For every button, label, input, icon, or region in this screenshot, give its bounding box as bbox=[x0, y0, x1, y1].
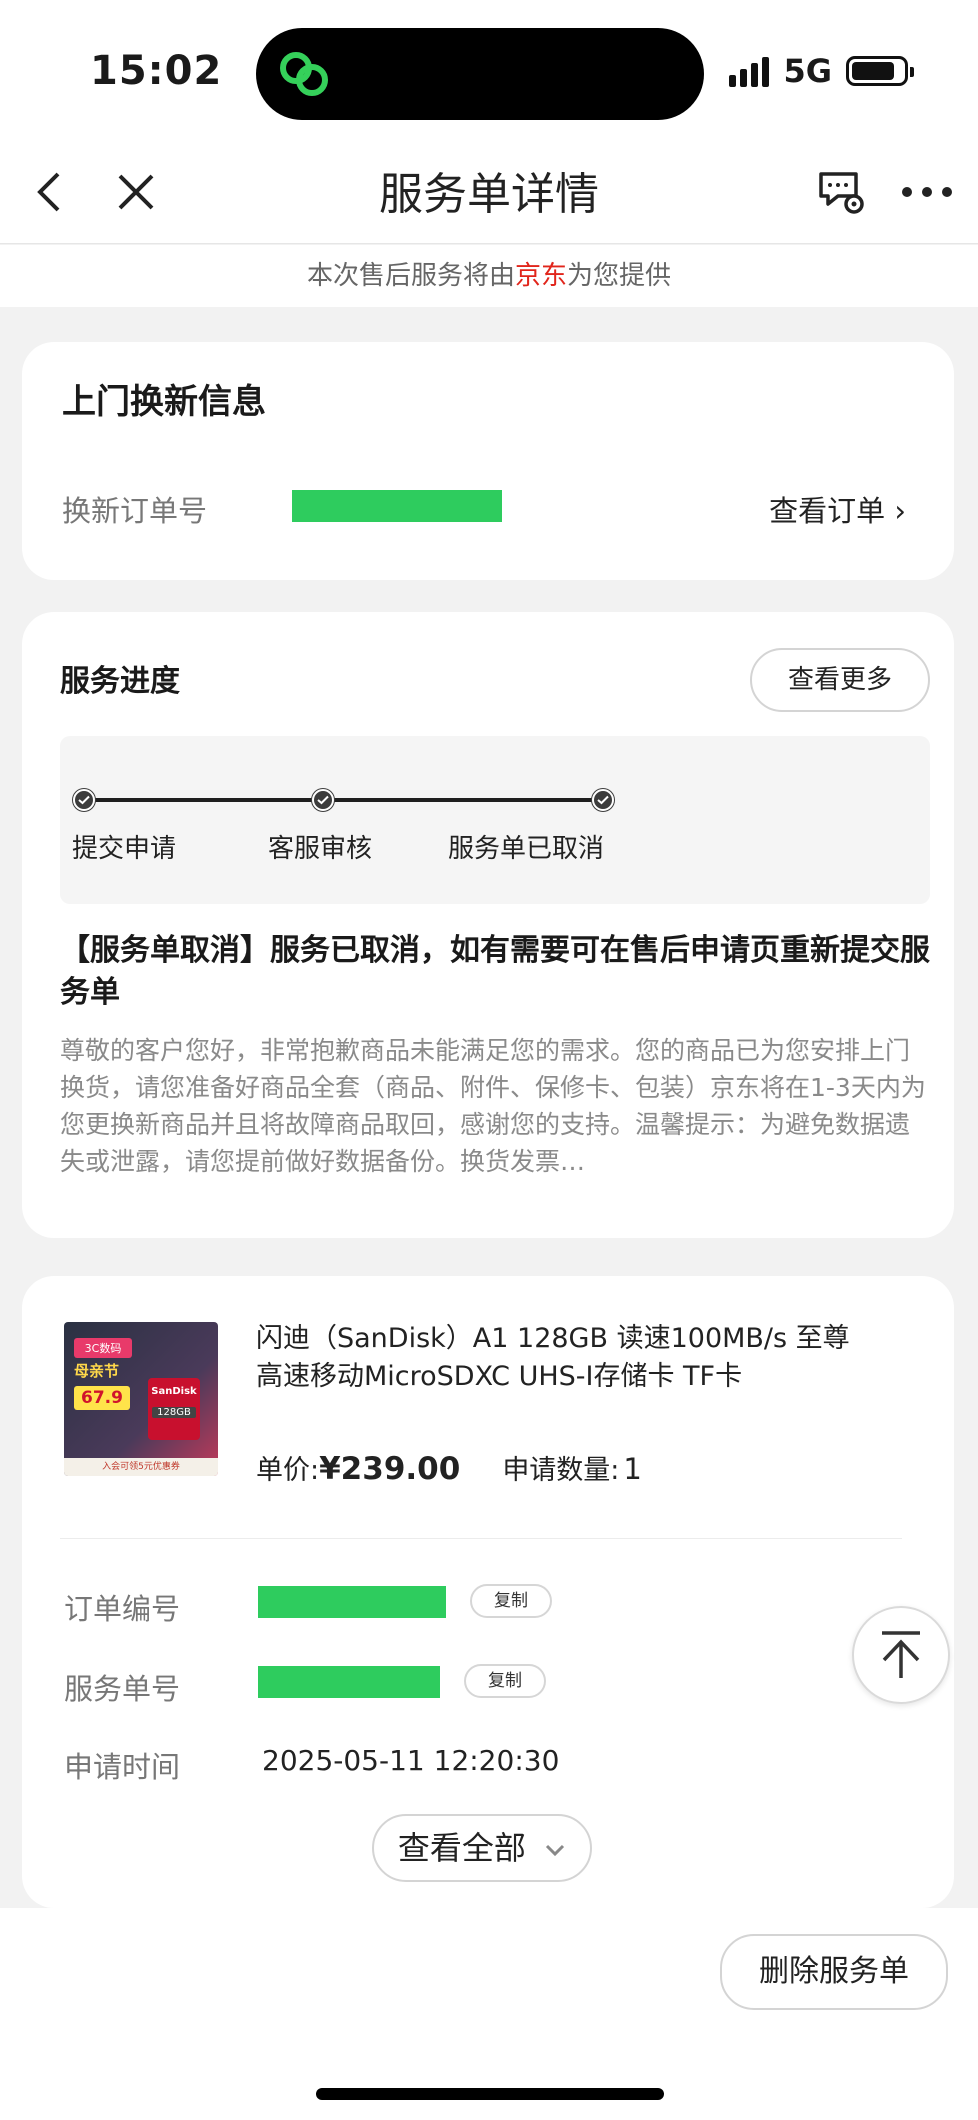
view-more-button[interactable]: 查看更多 bbox=[750, 648, 930, 712]
exchange-info-title: 上门换新信息 bbox=[62, 382, 266, 422]
thumb-capacity: 128GB bbox=[152, 1407, 196, 1418]
thumb-price: 67.9 bbox=[74, 1386, 130, 1410]
cancel-description-text: 尊敬的客户您好，非常抱歉商品未能满足您的需求。您的商品已为您安排上门换货，请您准… bbox=[60, 1036, 926, 1176]
step-label-submit: 提交申请 bbox=[72, 834, 177, 864]
step-check-icon bbox=[73, 789, 95, 811]
delete-service-order-button[interactable]: 删除服务单 bbox=[720, 1934, 948, 2010]
cancel-status-title: 【服务单取消】服务已取消，如有需要可在售后申请页重新提交服务单 bbox=[60, 933, 930, 1010]
view-all-button[interactable]: 查看全部 bbox=[372, 1814, 592, 1882]
step-label-review: 客服审核 bbox=[268, 834, 373, 864]
provider-prefix: 本次售后服务将由 bbox=[306, 261, 515, 291]
thumb-brand: SanDisk bbox=[151, 1386, 197, 1397]
service-number-label: 服务单号 bbox=[64, 1672, 181, 1706]
arrow-up-icon bbox=[882, 1631, 920, 1678]
thumb-banner: 3C数码 bbox=[74, 1338, 132, 1358]
thumb-footer: 入会可领5元优惠券 bbox=[64, 1458, 218, 1476]
quantity-label: 申请数量: bbox=[502, 1455, 620, 1486]
cancel-status-description: 尊敬的客户您好，非常抱歉商品未能满足您的需求。您的商品已为您安排上门换货，请您准… bbox=[60, 1032, 930, 1186]
progress-title: 服务进度 bbox=[60, 664, 180, 699]
product-name[interactable]: 闪迪（SanDisk）A1 128GB 读速100MB/s 至尊高速移动Micr… bbox=[256, 1320, 856, 1396]
price-row: 单价: ¥239.00 申请数量: 1 bbox=[256, 1448, 642, 1487]
battery-icon bbox=[846, 56, 914, 86]
unit-price: ¥239.00 bbox=[319, 1451, 461, 1487]
product-thumbnail[interactable]: 3C数码 母亲节 67.9 SanDisk 128GB 入会可领5元优惠券 bbox=[64, 1322, 218, 1476]
step-check-icon bbox=[312, 789, 334, 811]
progress-timeline: 提交申请 客服审核 服务单已取消 bbox=[60, 736, 930, 904]
product-card: 3C数码 母亲节 67.9 SanDisk 128GB 入会可领5元优惠券 闪迪… bbox=[22, 1276, 954, 1908]
view-all-label: 查看全部 bbox=[397, 1829, 526, 1867]
exchange-order-number-redacted bbox=[292, 490, 502, 522]
status-indicators: 5G bbox=[729, 52, 914, 90]
apply-time-value: 2025-05-11 12:20:30 bbox=[262, 1744, 560, 1777]
dynamic-island bbox=[256, 28, 704, 120]
message-gear-icon bbox=[819, 172, 864, 214]
chevron-down-icon bbox=[546, 1844, 565, 1857]
order-number-redacted bbox=[258, 1586, 446, 1618]
quantity-value: 1 bbox=[623, 1452, 642, 1486]
provider-brand: 京东 bbox=[514, 261, 567, 291]
price-label: 单价: bbox=[256, 1455, 320, 1486]
copy-order-number-button[interactable]: 复制 bbox=[470, 1584, 552, 1618]
status-time: 15:02 bbox=[90, 48, 223, 94]
step-check-icon bbox=[592, 789, 614, 811]
more-dots-icon bbox=[902, 187, 952, 197]
view-order-link[interactable]: 查看订单 › bbox=[769, 488, 906, 530]
service-provider-banner: 本次售后服务将由京东为您提供 bbox=[0, 245, 978, 307]
thumb-festival: 母亲节 bbox=[74, 1362, 120, 1380]
progress-line bbox=[84, 798, 604, 802]
back-to-top-button[interactable] bbox=[852, 1606, 950, 1704]
service-number-redacted bbox=[258, 1666, 440, 1698]
nav-bar: 服务单详情 bbox=[0, 140, 978, 244]
copy-service-number-button[interactable]: 复制 bbox=[464, 1664, 546, 1698]
customer-service-button[interactable] bbox=[812, 162, 872, 222]
exchange-info-card: 上门换新信息 换新订单号 查看订单 › bbox=[22, 342, 954, 580]
provider-suffix: 为您提供 bbox=[567, 261, 672, 291]
signal-icon bbox=[729, 55, 770, 87]
order-number-label: 订单编号 bbox=[64, 1592, 181, 1626]
more-button[interactable] bbox=[892, 162, 962, 222]
home-indicator bbox=[316, 2088, 664, 2100]
step-label-cancelled: 服务单已取消 bbox=[448, 834, 605, 864]
wechat-link-icon bbox=[280, 52, 328, 96]
service-progress-card: 服务进度 查看更多 提交申请 客服审核 服务单已取消 【服务单取消】服务已取消，… bbox=[22, 612, 954, 1238]
sd-card-graphic: SanDisk 128GB bbox=[148, 1378, 200, 1440]
exchange-order-label: 换新订单号 bbox=[62, 494, 208, 528]
apply-time-label: 申请时间 bbox=[64, 1750, 181, 1784]
status-bar: 15:02 5G bbox=[0, 0, 978, 140]
section-divider bbox=[60, 1538, 902, 1539]
network-type: 5G bbox=[783, 52, 832, 90]
bottom-action-bar: 删除服务单 bbox=[0, 1908, 978, 2120]
